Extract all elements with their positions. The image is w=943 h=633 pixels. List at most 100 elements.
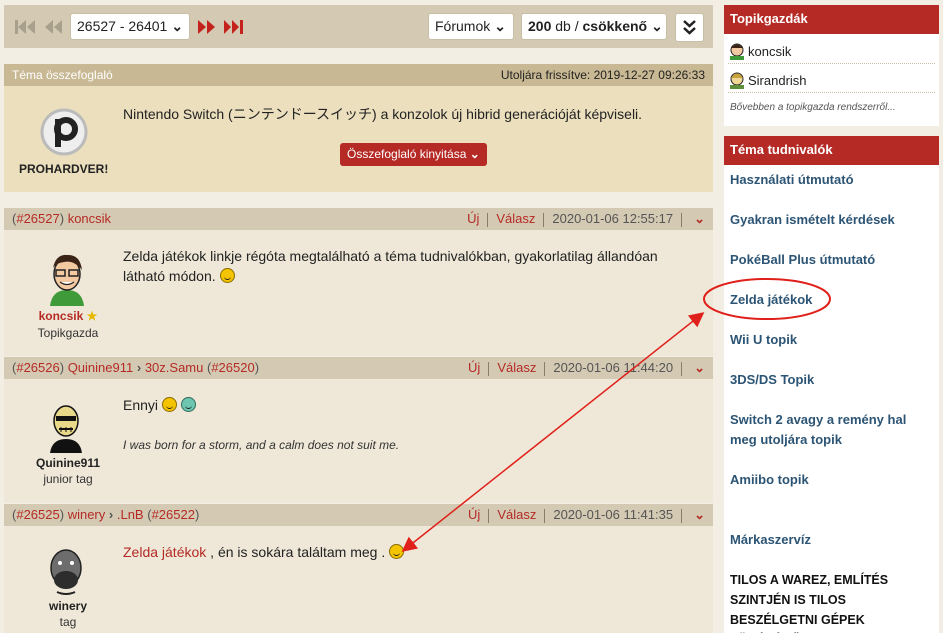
post-date: 2020-01-06 11:44:20 (553, 360, 674, 375)
prev-page-icon[interactable] (42, 18, 64, 36)
moderator-name: Sirandrish (748, 73, 807, 88)
post-number-link[interactable]: #26526 (16, 360, 59, 375)
moderator-item[interactable]: Sirandrish (728, 65, 935, 93)
smiley-icon (389, 544, 405, 559)
post-author-link[interactable]: winery (68, 507, 106, 522)
smiley-icon (161, 397, 177, 412)
post-user-rank: Topikgazda (37, 326, 99, 340)
reply-arrow-icon: › (108, 507, 114, 522)
info-link-amiibo[interactable]: Amiibo topik (730, 470, 935, 490)
expand-summary-label: Összefoglaló kinyitása (347, 147, 467, 161)
info-link-3ds[interactable]: 3DS/DS Topik (730, 370, 935, 390)
post-user-rank: junior tag (43, 472, 93, 486)
double-chevron-down-icon (683, 20, 696, 35)
summary-header: Téma összefoglaló Utoljára frissítve: 20… (4, 64, 713, 86)
post-username[interactable]: koncsik ★ (18, 309, 118, 323)
count-unit: db (555, 18, 571, 34)
new-link[interactable]: Új (468, 360, 480, 375)
jump-bottom-button[interactable] (675, 13, 704, 42)
info-link-usage-guide[interactable]: Használati útmutató (730, 170, 935, 190)
reply-link[interactable]: Válasz (497, 507, 536, 522)
page-range-value: 26527 - 26401 (77, 18, 168, 34)
post-menu-chevron-icon[interactable]: ⌄ (694, 360, 705, 375)
post-menu-chevron-icon[interactable]: ⌄ (694, 507, 705, 522)
last-page-icon[interactable] (223, 18, 245, 36)
post-body: koncsik ★ Topikgazda Zelda játékok linkj… (4, 230, 713, 356)
sidebar: Topikgazdák koncsik Sirandrish Bővebben … (724, 0, 943, 633)
expand-summary-button[interactable]: Összefoglaló kinyitása ⌄ (340, 143, 487, 166)
reply-to-link[interactable]: 30z.Samu (145, 360, 204, 375)
topic-info-box: Használati útmutató Gyakran ismételt kér… (724, 165, 939, 633)
post-number-link[interactable]: #26525 (16, 507, 59, 522)
post-date: 2020-01-06 12:55:17 (552, 211, 674, 226)
post-body: Quinine911 junior tag Ennyi I was born f… (4, 379, 713, 503)
post-number-link[interactable]: #26527 (16, 211, 59, 226)
moderator-item[interactable]: koncsik (728, 36, 935, 64)
topic-info-header: Téma tudnivalók (724, 136, 939, 165)
winery-avatar[interactable] (45, 546, 87, 596)
prohardver-logo (40, 108, 88, 156)
moderator-info-link[interactable]: Bővebben a topikgazda rendszerről... (730, 102, 896, 113)
summary-updated: Utoljára frissítve: 2019-12-27 09:26:33 (500, 68, 705, 82)
reply-link[interactable]: Válasz (496, 211, 535, 226)
summary-body: PROHARDVER! Nintendo Switch (ニンテンドースイッチ)… (4, 86, 713, 192)
koncsik-avatar[interactable] (44, 250, 90, 306)
moderator-name: koncsik (748, 44, 792, 59)
forum-select[interactable]: Fórumok ⌄ (428, 13, 514, 40)
quinine911-avatar[interactable] (46, 401, 86, 453)
info-link-wiiu[interactable]: Wii U topik (730, 330, 935, 350)
post-body: winery tag Zelda játékok , én is sokára … (4, 526, 713, 633)
post-header: (#26527) koncsik Új Válasz 2020-01-06 12:5… (4, 208, 713, 230)
smiley-icon (219, 268, 235, 283)
info-link-service[interactable]: Márkaszervíz (730, 530, 935, 550)
chevron-down-icon: ⌄ (651, 18, 663, 34)
moderators-header: Topikgazdák (724, 5, 939, 34)
reply-to-link[interactable]: .LnB (117, 507, 144, 522)
reply-to-number-link[interactable]: #26520 (211, 360, 254, 375)
moderator-avatar-icon (730, 43, 744, 60)
grin-smiley-icon (180, 397, 196, 412)
chevron-down-icon: ⌄ (494, 18, 506, 34)
info-link-pokeball[interactable]: PokéBall Plus útmutató (730, 250, 935, 270)
post-author-link[interactable]: Quinine911 (68, 360, 134, 375)
post-username[interactable]: Quinine911 (18, 456, 118, 470)
post-header: (#26526) Quinine911 › 30z.Samu (#26520) … (4, 357, 713, 379)
post-date: 2020-01-06 11:41:35 (553, 507, 674, 522)
moderator-avatar-icon (730, 72, 744, 89)
moderators-box: koncsik Sirandrish Bővebben a topikgazda… (724, 34, 939, 126)
new-link[interactable]: Új (467, 211, 479, 226)
prohardver-logo-text: PROHARDVER! (19, 162, 109, 176)
post-text: Zelda játékok , én is sokára találtam me… (123, 542, 405, 562)
topic-column: 26527 - 26401 ⌄ Fórumok ⌄ 200 db / csökken… (0, 0, 717, 633)
info-link-switch2[interactable]: Switch 2 avagy a remény hal meg utoljára… (730, 410, 935, 450)
first-page-icon[interactable] (14, 18, 36, 36)
chevron-down-icon: ⌄ (171, 18, 184, 34)
forum-select-value: Fórumok (435, 18, 491, 34)
post-author-link[interactable]: koncsik (68, 211, 111, 226)
post-meta: Új Válasz 2020-01-06 11:41:35 ⌄ (468, 507, 705, 523)
reply-link[interactable]: Válasz (497, 360, 536, 375)
post-text: Zelda játékok linkje régóta megtalálható… (123, 248, 658, 284)
post-meta: Új Válasz 2020-01-06 11:44:20 ⌄ (468, 360, 705, 376)
info-link-zelda[interactable]: Zelda játékok (730, 290, 935, 310)
count-value: 200 (528, 18, 552, 34)
post-signature: I was born for a storm, and a calm does … (123, 438, 400, 452)
order-value: csökkenő (582, 18, 648, 34)
post-user-rank: tag (59, 615, 77, 629)
reply-arrow-icon: › (136, 360, 142, 375)
page-range-select[interactable]: 26527 - 26401 ⌄ (70, 13, 190, 40)
next-page-icon[interactable] (196, 18, 218, 36)
chevron-down-icon: ⌄ (469, 147, 480, 161)
zelda-link[interactable]: Zelda játékok (123, 544, 206, 560)
pagination-bar: 26527 - 26401 ⌄ Fórumok ⌄ 200 db / csökken… (4, 5, 713, 48)
post-header: (#26525) winery › .LnB (#26522) Új Válasz… (4, 504, 713, 526)
summary-title: Téma összefoglaló (12, 68, 113, 82)
info-link-faq[interactable]: Gyakran ismételt kérdések (730, 210, 935, 230)
post-username[interactable]: winery (18, 599, 118, 613)
reply-to-number-link[interactable]: #26522 (152, 507, 195, 522)
summary-text: Nintendo Switch (ニンテンドースイッチ) a konzolok … (123, 106, 643, 122)
new-link[interactable]: Új (468, 507, 480, 522)
post-menu-chevron-icon[interactable]: ⌄ (694, 211, 705, 226)
count-order-select[interactable]: 200 db / csökkenő ⌄ (521, 13, 667, 40)
post-text: Ennyi (123, 395, 196, 415)
